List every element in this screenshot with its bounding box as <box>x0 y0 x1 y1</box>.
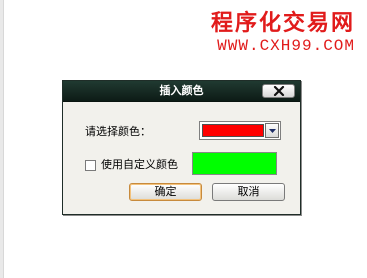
ok-button[interactable]: 确定 <box>129 183 202 201</box>
watermark: 程序化交易网 WWW.CXH99.COM <box>165 10 355 56</box>
window-edge <box>0 0 4 278</box>
cancel-button[interactable]: 取消 <box>212 183 285 201</box>
custom-color-row: 使用自定义颜色 <box>85 158 178 172</box>
custom-color-label[interactable]: 使用自定义颜色 <box>101 158 178 172</box>
watermark-url: WWW.CXH99.COM <box>217 37 355 55</box>
selected-color-swatch <box>202 124 264 137</box>
dialog-titlebar[interactable]: 插入颜色 <box>63 81 300 102</box>
color-dropdown-button[interactable] <box>265 123 279 138</box>
custom-color-swatch[interactable] <box>192 152 277 175</box>
screen: 程序化交易网 WWW.CXH99.COM 插入颜色 请选择颜色： 使用自定义颜色 <box>0 0 367 278</box>
close-icon <box>273 86 284 96</box>
color-select[interactable] <box>199 121 281 140</box>
custom-color-checkbox[interactable] <box>85 159 96 171</box>
insert-color-dialog: 插入颜色 请选择颜色： 使用自定义颜色 确定 取消 <box>62 80 301 215</box>
color-select-label: 请选择颜色： <box>85 125 151 138</box>
close-button[interactable] <box>262 84 295 98</box>
watermark-title: 程序化交易网 <box>210 10 355 36</box>
chevron-down-icon <box>268 128 276 133</box>
